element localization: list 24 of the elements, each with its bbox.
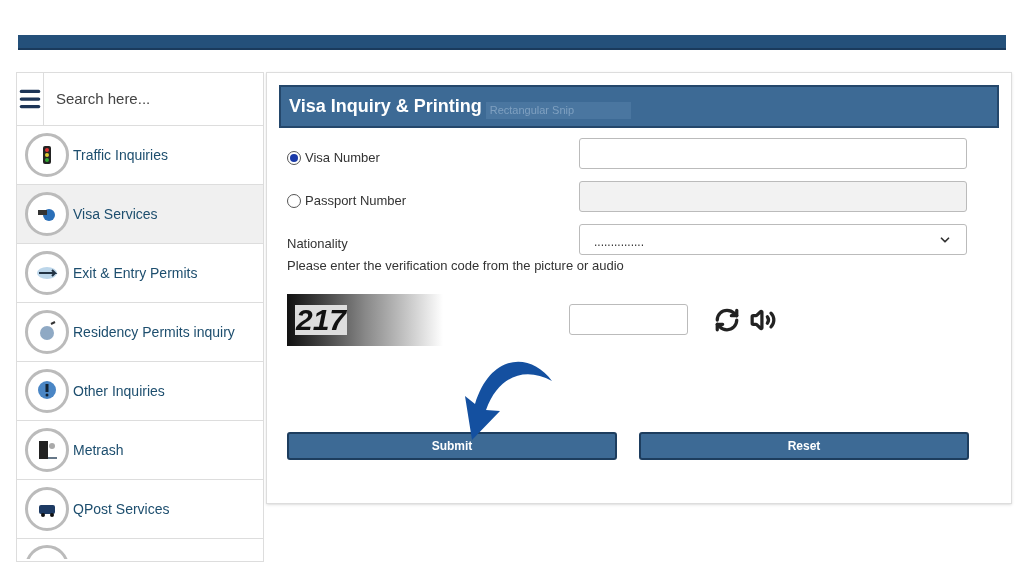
submit-button[interactable]: Submit	[287, 431, 617, 460]
option-label: Visa Number	[305, 149, 380, 167]
panel-title: Visa Inquiry & Printing	[289, 95, 482, 118]
service-icon	[25, 251, 69, 295]
option-label: Passport Number	[305, 192, 407, 210]
text-field[interactable]	[579, 138, 967, 169]
service-icon	[25, 310, 69, 354]
field-label: Nationality	[287, 235, 349, 253]
radio-button[interactable]	[287, 150, 301, 165]
captcha-prompt: Please enter the verification code from the picture or audio	[287, 257, 625, 275]
captcha-field[interactable]	[569, 304, 688, 335]
service-icon	[25, 487, 69, 531]
refresh-icon[interactable]	[714, 306, 740, 333]
search-field[interactable]: Search here...	[44, 73, 267, 125]
service-icon	[25, 428, 69, 472]
nationality-select[interactable]: ...............	[579, 224, 967, 255]
service-icon	[25, 133, 69, 177]
service-icon	[25, 369, 69, 413]
reset-button[interactable]: Reset	[639, 431, 969, 460]
sidebar-item[interactable]: Visa Services	[17, 185, 263, 244]
radio-button[interactable]	[287, 193, 301, 208]
menu-button[interactable]	[17, 73, 44, 125]
captcha-image: 217	[287, 293, 443, 346]
service-icon	[25, 192, 69, 236]
